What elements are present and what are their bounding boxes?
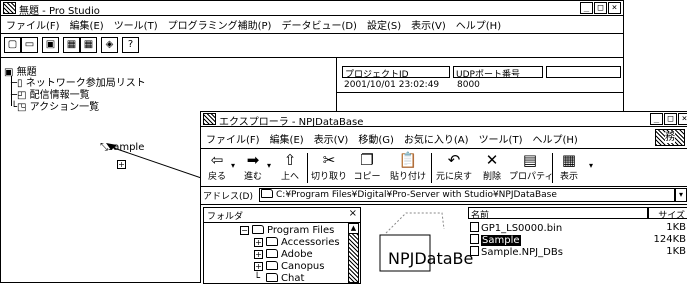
folder-icon xyxy=(266,261,278,270)
properties-icon: ▤ xyxy=(522,151,538,169)
properties-button[interactable]: ▤ プロパティ xyxy=(509,151,554,182)
expand-icon[interactable]: + xyxy=(254,262,263,271)
cut-label: 切り取り xyxy=(310,172,347,182)
explorer-maximize-button[interactable]: □ xyxy=(664,113,677,125)
undo-label: 元に戻す xyxy=(435,172,472,182)
folder-label: Adobe xyxy=(281,249,313,260)
column-header-size[interactable]: サイズ xyxy=(648,207,687,219)
explorer-menu-view[interactable]: 表示(V) xyxy=(309,131,354,146)
cut-button[interactable]: ✂ 切り取り xyxy=(309,151,349,182)
folder-label: Chat xyxy=(281,273,305,284)
toolbar-separator xyxy=(431,153,432,183)
toolbar-bottom-line xyxy=(201,186,687,187)
address-field[interactable]: C:¥Program Files¥Digital¥Pro-Server with… xyxy=(259,188,675,202)
folder-canopus[interactable]: + Canopus xyxy=(254,261,324,272)
copy-icon: ❐ xyxy=(360,151,374,169)
explorer-menubar: ファイル(F) 編集(E) 表示(V) 移動(G) お気に入り(A) ツール(T… xyxy=(201,131,687,146)
explorer-menu-go[interactable]: 移動(G) xyxy=(353,131,399,146)
explorer-menu-divider xyxy=(201,148,687,149)
folder-pane-divider xyxy=(204,222,360,223)
paste-icon: 📋 xyxy=(398,151,418,169)
properties-label: プロパティ xyxy=(509,172,554,182)
explorer-titlebar[interactable]: エクスプローラ - NPJDataBase _ □ × xyxy=(201,112,687,128)
explorer-app-icon xyxy=(203,113,216,125)
folder-icon xyxy=(266,249,278,258)
folder-pane: フォルダ × − Program Files + Accessories + Adob… xyxy=(203,207,361,284)
delete-icon: ✕ xyxy=(485,151,499,169)
explorer-menu-edit[interactable]: 編集(E) xyxy=(265,131,309,146)
explorer-menu-help[interactable]: ヘルプ(H) xyxy=(527,131,582,146)
file-size: 124KB xyxy=(653,234,686,245)
folder-accessories[interactable]: + Accessories xyxy=(254,237,340,248)
folder-adobe[interactable]: + Adobe xyxy=(254,249,313,260)
views-button[interactable]: ▦ 表示 xyxy=(555,151,583,182)
undo-icon: ↶ xyxy=(447,151,461,169)
explorer-close-button[interactable]: × xyxy=(678,113,687,125)
forward-button[interactable]: ➡ 進む xyxy=(241,151,265,182)
explorer-menu-file[interactable]: ファイル(F) xyxy=(201,131,265,146)
views-icon: ▦ xyxy=(561,151,577,169)
folder-pane-close-icon[interactable]: × xyxy=(349,208,357,219)
forward-icon: ➡ xyxy=(246,151,260,169)
folder-program-files[interactable]: − Program Files xyxy=(240,225,334,236)
explorer-window: エクスプローラ - NPJDataBase _ □ × ファイル(F) 編集(E… xyxy=(200,111,687,284)
file-size: 1KB xyxy=(666,246,686,257)
column-header-name[interactable]: 名前 xyxy=(468,207,648,219)
up-icon: ⇧ xyxy=(283,151,297,169)
brand-fragment: 務 xyxy=(665,132,675,143)
back-dropdown-icon[interactable]: ▾ xyxy=(231,161,235,170)
folder-big-label: NPJDataBe xyxy=(388,249,474,268)
folder-icon xyxy=(252,225,264,234)
folder-icon xyxy=(266,273,278,282)
cut-icon: ✂ xyxy=(322,151,336,169)
content-pane: NPJDataBe 名前 サイズ GP1_LS0000.bin 1KB Samp… xyxy=(366,207,687,284)
file-size: 1KB xyxy=(666,222,686,233)
back-icon: ⇦ xyxy=(210,151,224,169)
views-label: 表示 xyxy=(559,172,578,182)
address-bottom-line xyxy=(201,204,687,205)
address-folder-icon xyxy=(261,189,273,198)
copy-label: コピー xyxy=(353,172,381,182)
expand-icon[interactable]: + xyxy=(254,250,263,259)
scroll-up-icon[interactable]: ▲ xyxy=(348,223,359,234)
address-label: アドレス(D) xyxy=(203,192,253,202)
toolbar-separator xyxy=(307,153,308,183)
explorer-menu-tools[interactable]: ツール(T) xyxy=(474,131,528,146)
forward-label: 進む xyxy=(243,172,262,182)
brand-logo: 務 xyxy=(655,129,685,146)
explorer-window-title: エクスプローラ - NPJDataBase xyxy=(219,117,364,128)
folder-label: Program Files xyxy=(267,225,335,236)
folder-icon xyxy=(266,237,278,246)
delete-button[interactable]: ✕ 削除 xyxy=(477,151,507,182)
explorer-caption-buttons: _ □ × xyxy=(650,113,687,125)
views-dropdown-icon[interactable]: ▾ xyxy=(589,161,593,170)
paste-label: 貼り付け xyxy=(389,172,426,182)
delete-label: 削除 xyxy=(482,172,501,182)
folder-chat[interactable]: └ Chat xyxy=(254,273,304,284)
forward-dropdown-icon[interactable]: ▾ xyxy=(267,161,271,170)
up-button[interactable]: ⇧ 上へ xyxy=(277,151,303,182)
address-value: C:¥Program Files¥Digital¥Pro-Server with… xyxy=(276,190,557,200)
folder-label: Accessories xyxy=(281,237,340,248)
address-dropdown-icon[interactable]: ▾ xyxy=(675,188,687,202)
undo-button[interactable]: ↶ 元に戻す xyxy=(433,151,475,182)
explorer-minimize-button[interactable]: _ xyxy=(650,113,663,125)
expand-icon[interactable]: + xyxy=(254,238,263,247)
explorer-menu-favorites[interactable]: お気に入り(A) xyxy=(399,131,474,146)
back-label: 戻る xyxy=(207,172,226,182)
paste-button[interactable]: 📋 貼り付け xyxy=(387,151,429,182)
back-button[interactable]: ⇦ 戻る xyxy=(205,151,229,182)
folder-pane-title: フォルダ xyxy=(207,212,244,222)
explorer-toolbar: ⇦ 戻る ▾ ➡ 進む ▾ ⇧ 上へ ✂ 切り取り ❐ コピー 📋 貼り付け ↶ 元に戻す ✕… xyxy=(201,151,687,185)
up-label: 上へ xyxy=(280,172,299,182)
folder-label: Canopus xyxy=(281,261,325,272)
folder-watermark xyxy=(379,212,445,272)
copy-button[interactable]: ❐ コピー xyxy=(349,151,385,182)
collapse-icon[interactable]: − xyxy=(240,226,249,235)
toolbar-separator xyxy=(552,153,553,183)
